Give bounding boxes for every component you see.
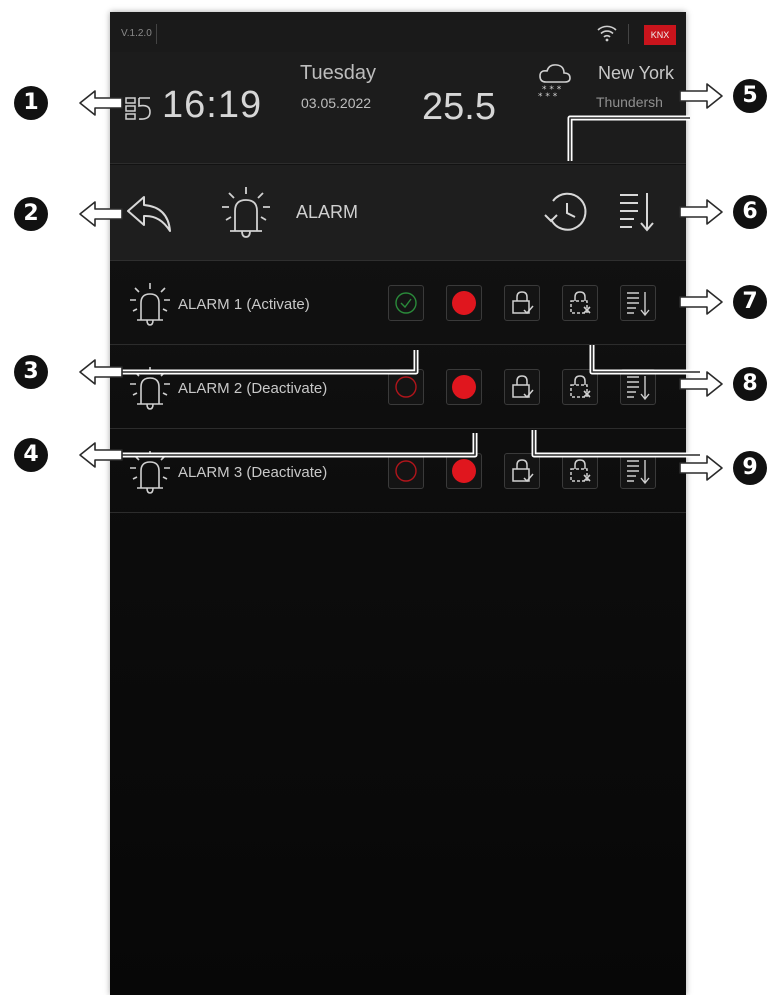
device-screen: V.1.2.0 KNX 16:19 Tuesday 03.05.2022 25.…: [110, 12, 686, 995]
lock-cross-button[interactable]: [562, 369, 598, 405]
lock-cross-button[interactable]: [562, 453, 598, 489]
record-dot-icon: [452, 291, 476, 315]
alarm-state-button[interactable]: [388, 453, 424, 489]
callout-arrow-9: [679, 455, 723, 481]
callout-badge-9: 9: [733, 451, 767, 485]
weekday-label: Tuesday: [300, 62, 376, 84]
back-arrow-icon[interactable]: [124, 191, 174, 235]
sort-list-icon[interactable]: [616, 189, 656, 235]
callout-badge-4: 4: [14, 438, 48, 472]
sort-list-icon: [627, 460, 650, 485]
lock-check-button[interactable]: [504, 369, 540, 405]
callout-badge-2: 2: [14, 197, 48, 231]
alarm-row: ALARM 3 (Deactivate): [110, 429, 686, 513]
cloud-snow-icon: * * * * * *: [538, 64, 571, 100]
alarm-label: ALARM 2 (Deactivate): [178, 380, 328, 397]
knx-badge: KNX: [644, 25, 676, 45]
lock-cross-icon: [570, 291, 591, 314]
version-label: V.1.2.0: [117, 24, 157, 44]
alarm-indicator-button[interactable]: [446, 285, 482, 321]
date-label: 03.05.2022: [301, 95, 372, 111]
lock-check-icon: [512, 291, 534, 315]
lock-check-button[interactable]: [504, 453, 540, 489]
lock-cross-icon: [570, 459, 591, 482]
alarm-row: ALARM 1 (Activate): [110, 261, 686, 345]
callout-badge-1: 1: [14, 86, 48, 120]
lock-check-button[interactable]: [504, 285, 540, 321]
alarm-log-button[interactable]: [620, 369, 656, 405]
alarm-state-button[interactable]: [388, 285, 424, 321]
callout-badge-6: 6: [733, 195, 767, 229]
temperature-value: 25.5: [422, 86, 496, 128]
status-divider: [628, 24, 629, 44]
callout-badge-8: 8: [733, 367, 767, 401]
sort-list-icon: [627, 292, 650, 317]
callout-badge-3: 3: [14, 355, 48, 389]
record-dot-icon: [452, 375, 476, 399]
callout-arrow-6: [679, 199, 723, 225]
siren-icon: [130, 367, 170, 410]
wifi-icon: [597, 25, 617, 42]
record-dot-icon: [452, 459, 476, 483]
header: 16:19 Tuesday 03.05.2022 25.5 * * * * * …: [110, 52, 686, 164]
lock-cross-button[interactable]: [562, 285, 598, 321]
siren-icon: [130, 451, 170, 494]
siren-icon: [222, 187, 270, 238]
weather-condition: Thundersh: [596, 94, 663, 110]
callout-arrow-5: [679, 83, 723, 109]
alarm-state-button[interactable]: [388, 369, 424, 405]
clock-time: 16:19: [162, 84, 263, 126]
alarm-toolbar: ALARM: [110, 165, 686, 261]
alarm-log-button[interactable]: [620, 453, 656, 489]
empty-circle-icon: [395, 376, 417, 398]
sort-list-icon: [627, 376, 650, 401]
city-name: New York: [598, 63, 675, 83]
toolbar-title: ALARM: [296, 202, 359, 222]
siren-icon: [130, 283, 170, 326]
alarm-label: ALARM 3 (Deactivate): [178, 464, 328, 481]
svg-text:* * *: * * *: [538, 92, 558, 100]
alarm-log-button[interactable]: [620, 285, 656, 321]
alarm-label: ALARM 1 (Activate): [178, 296, 310, 313]
alarm-indicator-button[interactable]: [446, 453, 482, 489]
empty-circle-icon: [395, 460, 417, 482]
callout-badge-5: 5: [733, 79, 767, 113]
check-circle-icon: [395, 292, 417, 314]
lock-cross-icon: [570, 375, 591, 398]
alarm-indicator-button[interactable]: [446, 369, 482, 405]
callout-arrow-7: [679, 289, 723, 315]
alarm-row: ALARM 2 (Deactivate): [110, 345, 686, 429]
lock-check-icon: [512, 459, 534, 483]
callout-arrow-8: [679, 371, 723, 397]
callout-badge-7: 7: [733, 285, 767, 319]
history-clock-icon[interactable]: [543, 189, 589, 235]
list-menu-icon[interactable]: [124, 92, 154, 126]
lock-check-icon: [512, 375, 534, 399]
status-bar: V.1.2.0 KNX: [110, 12, 686, 52]
